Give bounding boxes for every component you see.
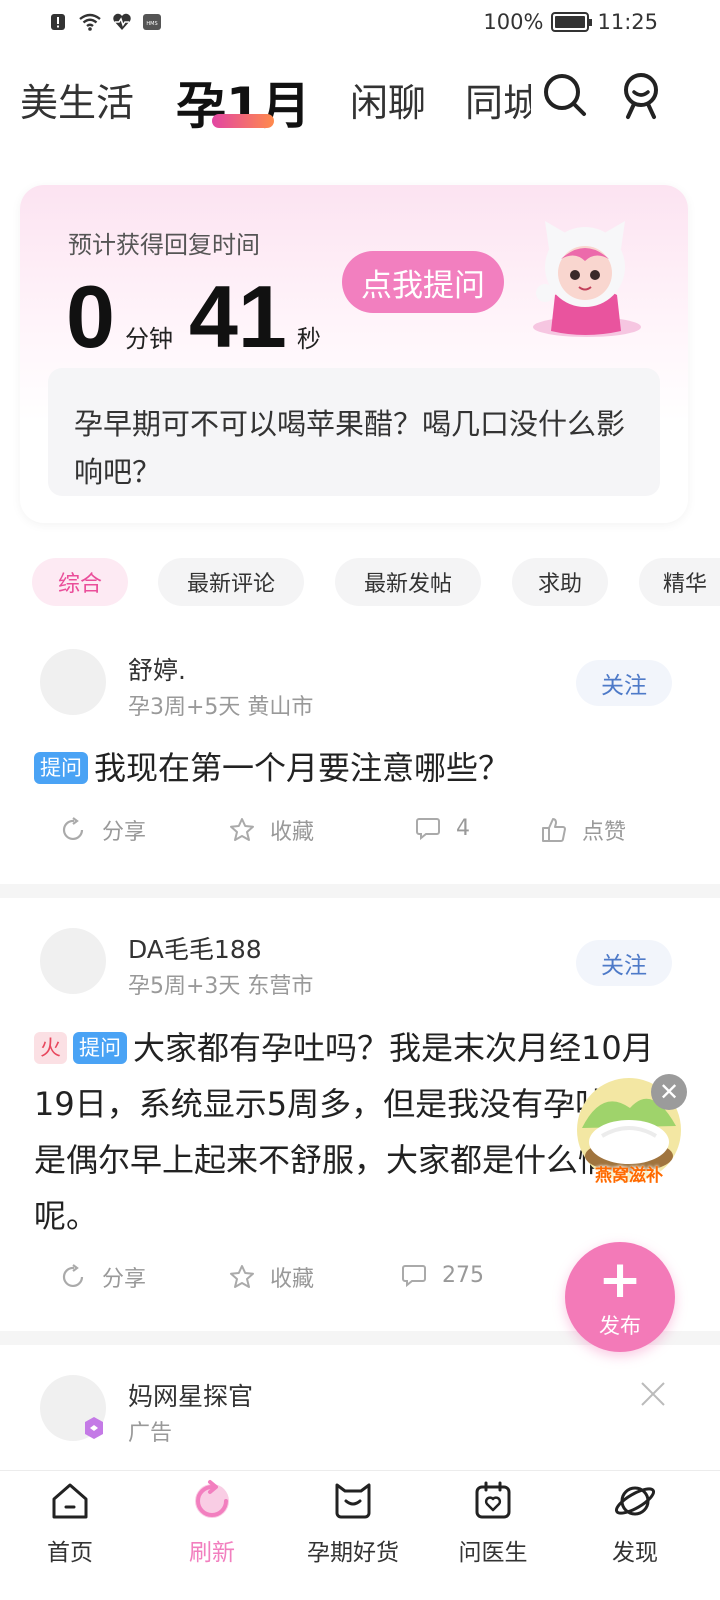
star-icon <box>230 1265 254 1288</box>
shopping-bag-icon <box>335 1483 371 1519</box>
reply-seconds: 41 <box>188 267 287 366</box>
close-ad-button[interactable]: ✕ <box>651 1074 687 1110</box>
ask-tag: 提问 <box>73 1032 127 1064</box>
nav-refresh[interactable]: 刷新 <box>152 1471 272 1600</box>
nav-discover[interactable]: 发现 <box>575 1471 695 1600</box>
like-button[interactable]: 点赞 <box>540 814 626 846</box>
comment-count: 275 <box>442 1262 484 1288</box>
heartbeat-icon <box>113 13 131 31</box>
plus-icon: + <box>598 1250 642 1310</box>
share-icon <box>62 1264 84 1288</box>
comment-icon <box>402 1265 426 1288</box>
minutes-unit: 分钟 <box>124 325 173 353</box>
post-username[interactable]: DA毛毛188 <box>128 930 262 966</box>
tab-local[interactable]: 同城 <box>465 72 531 127</box>
chip-help[interactable]: 求助 <box>512 558 608 606</box>
nav-ask-doctor[interactable]: 问医生 <box>433 1471 553 1600</box>
ask-question-button[interactable]: 点我提问 <box>342 251 504 313</box>
seconds-unit: 秒 <box>296 325 321 353</box>
divider <box>0 884 720 898</box>
alert-icon <box>51 14 65 30</box>
comment-count: 4 <box>456 815 470 841</box>
battery-percent: 100% <box>483 10 544 34</box>
thumbs-up-icon <box>542 818 566 842</box>
hot-tag: 火 <box>34 1032 67 1064</box>
reply-time-label: 预计获得回复时间 <box>68 231 260 259</box>
avatar[interactable] <box>40 928 106 994</box>
clock: 11:25 <box>597 10 658 34</box>
quick-question-card: 预计获得回复时间 0 分钟 41 秒 点我提问 孕早期可不可以喝苹果醋？喝几口没… <box>20 185 688 523</box>
hms-icon: HMS <box>143 14 161 30</box>
top-tab-bar: 美生活 孕1月 闲聊 同城 <box>0 60 720 140</box>
active-tab-indicator <box>212 114 274 128</box>
post-username[interactable]: 舒婷. <box>128 651 186 687</box>
tab-beauty-life[interactable]: 美生活 <box>20 72 134 127</box>
nav-shopping[interactable]: 孕期好货 <box>293 1471 413 1600</box>
bottom-navigation: 首页 刷新 孕期好货 问医生 发现 <box>0 1470 720 1600</box>
verified-badge-icon <box>85 1417 103 1439</box>
nav-label: 问医生 <box>458 1540 528 1566</box>
mascot-icon[interactable] <box>525 215 645 343</box>
battery-icon <box>551 12 593 32</box>
share-label: 分享 <box>102 820 147 845</box>
ad-label: 广告 <box>128 1421 173 1446</box>
home-icon <box>52 1483 88 1519</box>
planet-icon <box>614 1486 656 1516</box>
post-text[interactable]: 提问 我现在第一个月要注意哪些？ <box>34 740 684 796</box>
wifi-icon <box>79 13 101 31</box>
chip-comprehensive[interactable]: 综合 <box>32 558 128 606</box>
post-user-meta: 孕3周+5天 黄山市 <box>128 695 314 720</box>
nav-home[interactable]: 首页 <box>10 1471 130 1600</box>
collect-label: 收藏 <box>270 820 315 845</box>
collect-label: 收藏 <box>270 1267 315 1292</box>
share-label: 分享 <box>102 1267 147 1292</box>
close-icon[interactable] <box>638 1379 668 1409</box>
chip-featured[interactable]: 精华 <box>639 558 720 606</box>
svg-text:HMS: HMS <box>146 21 157 27</box>
close-icon: ✕ <box>658 1078 680 1106</box>
status-bar: HMS 100% 11:25 <box>0 0 720 48</box>
share-icon <box>62 817 84 841</box>
filter-chips: 综合 最新评论 最新发帖 求助 精华 <box>0 558 720 608</box>
chip-latest-comments[interactable]: 最新评论 <box>158 558 304 606</box>
nav-label: 发现 <box>612 1540 658 1566</box>
collect-button[interactable]: 收藏 <box>228 814 314 846</box>
share-button[interactable]: 分享 <box>60 1261 146 1293</box>
refresh-icon <box>195 1480 229 1518</box>
post-title: 我现在第一个月要注意哪些？ <box>94 749 511 787</box>
nav-label: 首页 <box>47 1540 93 1566</box>
follow-button[interactable]: 关注 <box>576 940 672 986</box>
floating-ad-label: 燕窝滋补 <box>595 1166 663 1186</box>
reply-time: 0 分钟 41 秒 <box>66 273 337 361</box>
sample-question[interactable]: 孕早期可不可以喝苹果醋？喝几口没什么影响吧？ <box>48 368 660 496</box>
tab-chat[interactable]: 闲聊 <box>350 72 426 127</box>
comment-button[interactable]: 275 <box>400 1261 484 1289</box>
comment-button[interactable]: 4 <box>414 814 470 842</box>
user-icon[interactable] <box>616 70 666 120</box>
post-actions: 分享 收藏 4 点赞 <box>0 814 720 854</box>
post-user-meta: 孕5周+3天 东营市 <box>128 974 314 999</box>
battery-fill <box>555 16 586 28</box>
ask-tag: 提问 <box>34 752 88 784</box>
star-icon <box>230 818 254 841</box>
collect-button[interactable]: 收藏 <box>228 1261 314 1293</box>
nav-label: 孕期好货 <box>307 1540 399 1566</box>
like-label: 点赞 <box>582 820 627 845</box>
comment-icon <box>416 818 440 841</box>
tab-local-clip: 同城 <box>465 72 531 128</box>
ad-username[interactable]: 妈网星探官 <box>128 1377 253 1413</box>
chip-latest-posts[interactable]: 最新发帖 <box>335 558 481 606</box>
share-button[interactable]: 分享 <box>60 814 146 846</box>
publish-button[interactable]: + 发布 <box>565 1242 675 1352</box>
follow-button[interactable]: 关注 <box>576 660 672 706</box>
search-icon[interactable] <box>540 70 590 120</box>
nav-label: 刷新 <box>189 1540 235 1566</box>
doctor-icon <box>475 1481 511 1519</box>
reply-minutes: 0 <box>66 267 115 366</box>
publish-label: 发布 <box>599 1314 641 1338</box>
avatar[interactable] <box>40 649 106 715</box>
